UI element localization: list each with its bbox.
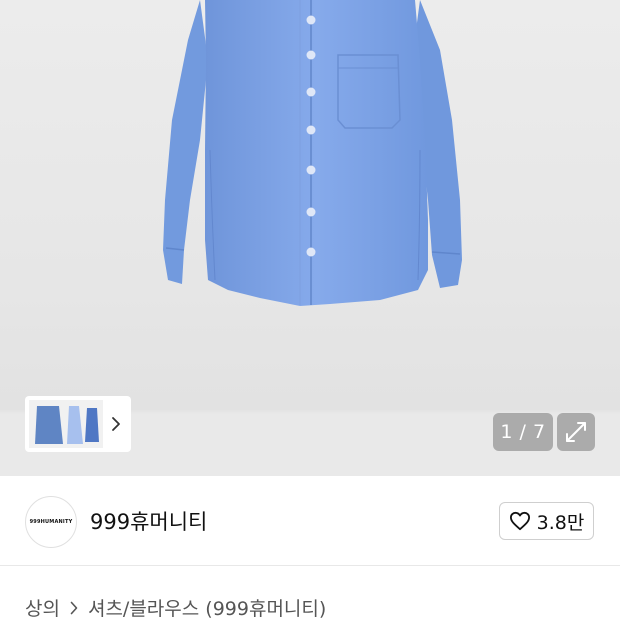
heart-icon <box>509 511 530 531</box>
chevron-right-icon <box>70 601 78 615</box>
thumbnail-next-button[interactable] <box>103 400 129 448</box>
product-image-gallery[interactable]: 1 / 7 <box>0 0 620 476</box>
brand-logo-text: 999HUMANITY <box>29 519 73 525</box>
breadcrumb-item-category[interactable]: 상의 <box>25 594 60 620</box>
like-count: 3.8만 <box>536 511 585 534</box>
thumbnail-image[interactable] <box>29 400 103 448</box>
expand-button[interactable] <box>557 413 595 451</box>
expand-icon <box>566 422 586 442</box>
brand-row: 999HUMANITY 999휴머니티 3.8만 <box>0 476 620 566</box>
thumbnail-strip[interactable] <box>25 396 131 452</box>
brand-logo[interactable]: 999HUMANITY <box>25 496 77 548</box>
image-counter: 1 / 7 <box>493 413 553 451</box>
breadcrumb: 상의 셔츠/블라우스 (999휴머니티) <box>25 594 326 620</box>
brand-name[interactable]: 999휴머니티 <box>90 506 207 536</box>
like-button[interactable]: 3.8만 <box>499 502 594 540</box>
chevron-right-icon <box>112 417 120 431</box>
breadcrumb-item-subcategory[interactable]: 셔츠/블라우스 (999휴머니티) <box>88 594 326 620</box>
